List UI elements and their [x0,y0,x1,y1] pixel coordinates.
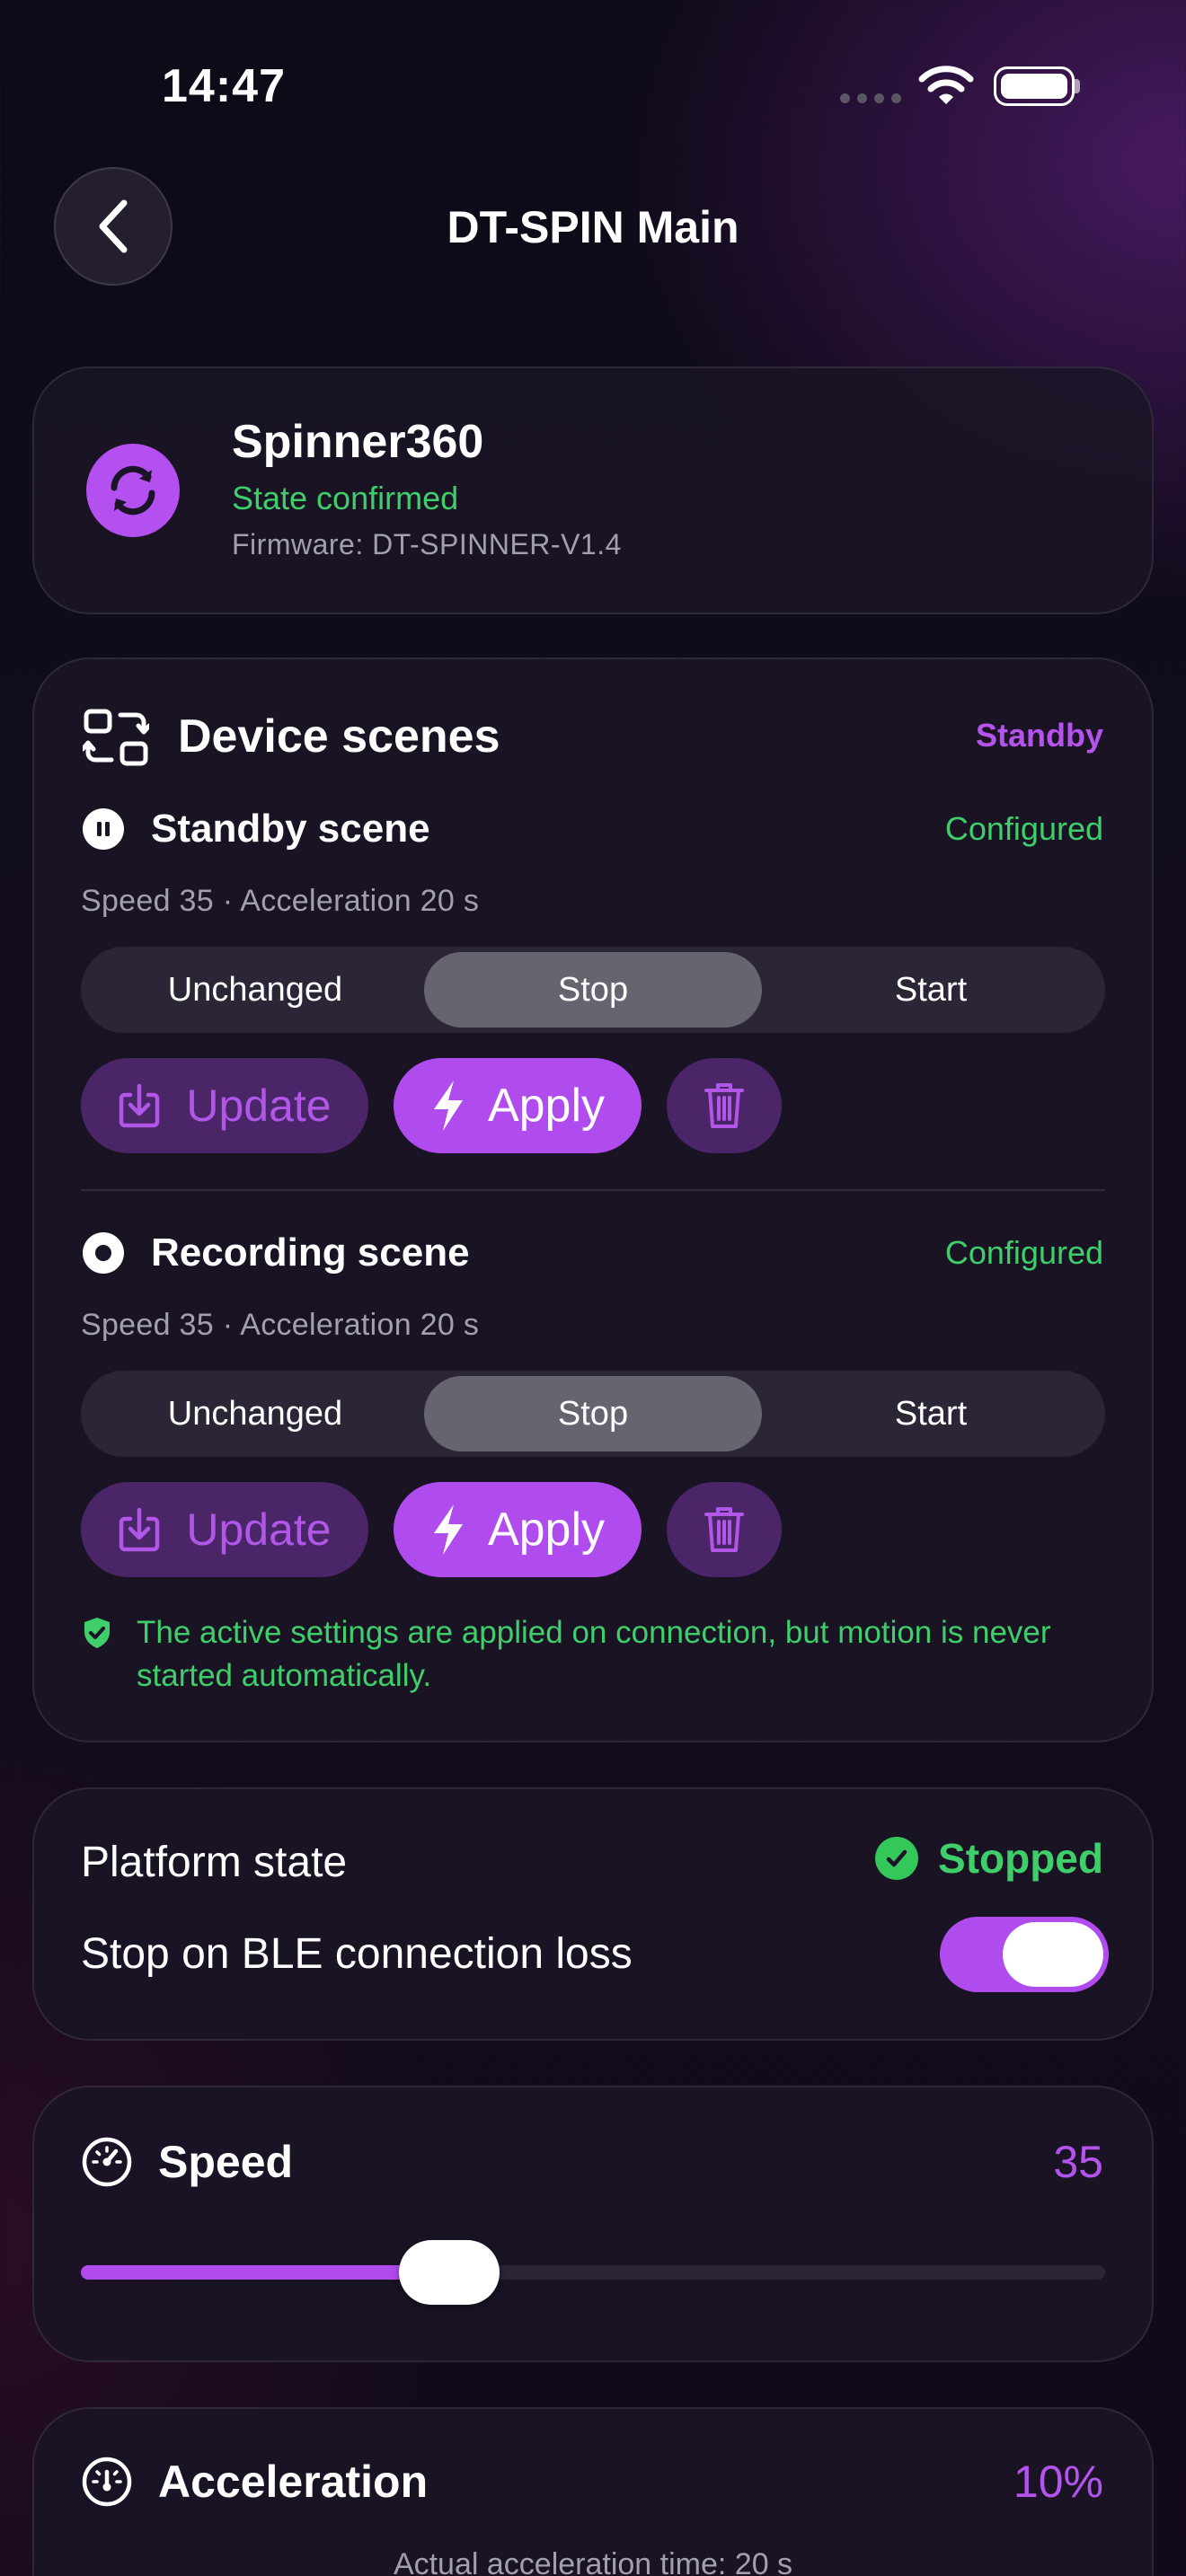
scene-name-standby: Standby scene [151,807,430,851]
gauge-icon [82,2457,132,2507]
update-button-standby[interactable]: Update [81,1058,368,1153]
checkmark-circle-icon [875,1837,919,1880]
platform-state-indicator: Stopped [875,1834,1103,1883]
option-stop[interactable]: Stop [424,1376,762,1451]
update-label: Update [186,1504,332,1555]
status-time: 14:47 [162,60,286,112]
ble-loss-label: Stop on BLE connection loss [81,1930,633,1978]
device-name: Spinner360 [232,416,484,468]
platform-state-label: Platform state [81,1839,348,1886]
acceleration-time-label: Actual acceleration time: 20 s [393,2547,793,2576]
scenes-active-status: Standby [975,717,1103,754]
acceleration-label: Acceleration [158,2457,429,2507]
battery-tip [1075,79,1080,93]
cellular-signal-icon [840,93,901,106]
trash-icon [704,1083,744,1128]
speed-label: Speed [158,2137,294,2187]
device-card [32,366,1154,614]
apply-button-standby[interactable]: Apply [394,1058,642,1153]
option-unchanged[interactable]: Unchanged [86,952,424,1028]
speed-slider-fill [81,2265,450,2280]
speed-slider-thumb[interactable] [399,2240,500,2305]
scene-badge-recording: Configured [944,1234,1103,1271]
platform-state-card [32,1787,1154,2041]
delete-button-standby[interactable] [667,1058,782,1153]
record-icon [83,1232,124,1274]
scene-meta-recording: Speed 35 · Acceleration 20 s [81,1308,480,1342]
pause-icon [83,808,124,850]
update-button-recording[interactable]: Update [81,1482,368,1577]
sync-icon [86,444,180,537]
apply-button-recording[interactable]: Apply [394,1482,642,1577]
platform-state-value: Stopped [938,1835,1103,1882]
page-title: DT-SPIN Main [447,202,739,252]
apply-label: Apply [487,1080,606,1132]
device-state: State confirmed [232,480,459,516]
speedometer-icon [82,2137,132,2187]
option-start[interactable]: Start [762,1376,1100,1451]
update-label: Update [186,1081,332,1131]
scene-divider [81,1189,1105,1191]
auto-start-note: The active settings are applied on conne… [137,1615,1051,1693]
acceleration-value: 10% [1013,2457,1103,2507]
apply-label: Apply [487,1504,606,1556]
scenes-section-title: Device scenes [178,710,500,763]
ble-loss-toggle[interactable] [940,1917,1109,1992]
bolt-icon [433,1081,463,1131]
toggle-knob [1003,1922,1103,1987]
scene-meta-standby: Speed 35 · Acceleration 20 s [81,884,480,918]
trash-icon [704,1507,744,1552]
delete-button-recording[interactable] [667,1482,782,1577]
bolt-icon [433,1504,463,1555]
wifi-icon [918,66,974,104]
shield-check-icon [84,1618,110,1648]
download-icon [119,1083,160,1128]
scenes-switch-icon [83,709,149,766]
download-icon [119,1507,160,1552]
speed-slider-track[interactable] [81,2265,1105,2280]
device-firmware: Firmware: DT-SPINNER-V1.4 [232,528,622,560]
speed-card [32,2086,1154,2362]
motion-selector-recording: Unchanged Stop Start [81,1371,1105,1457]
speed-value: 35 [1053,2137,1103,2187]
option-start[interactable]: Start [762,952,1100,1028]
option-unchanged[interactable]: Unchanged [86,1376,424,1451]
battery-icon [994,66,1075,106]
scene-name-recording: Recording scene [151,1231,470,1275]
option-stop[interactable]: Stop [424,952,762,1028]
motion-selector-standby: Unchanged Stop Start [81,947,1105,1033]
scene-badge-standby: Configured [944,810,1103,847]
